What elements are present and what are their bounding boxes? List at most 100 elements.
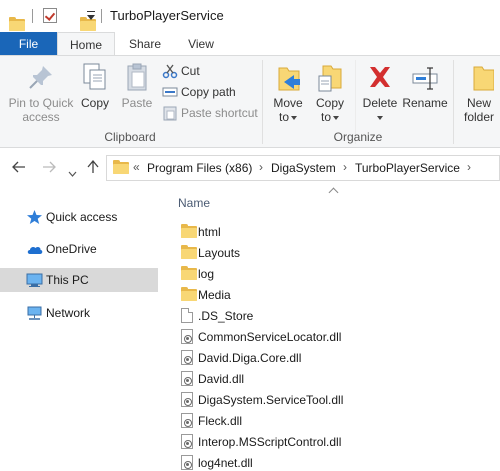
copy-label: Copy	[80, 96, 109, 110]
paste-label: Paste	[121, 96, 153, 110]
cut-button[interactable]: Cut	[162, 62, 200, 80]
move-to-label-line1: Move	[273, 96, 303, 110]
file-name: Media	[198, 288, 231, 302]
nav-item-label: This PC	[46, 273, 89, 287]
copy-path-button[interactable]: Copy path	[162, 83, 236, 101]
tab-share[interactable]: Share	[116, 32, 174, 56]
dll-file-icon	[181, 413, 195, 428]
file-list: Name html Layouts log Media .DS_Store Co…	[158, 188, 500, 471]
move-to-button[interactable]: Move to	[268, 62, 308, 124]
title-separator	[101, 9, 102, 23]
title-bar: TurboPlayerService	[0, 0, 500, 32]
list-item[interactable]: .DS_Store	[178, 305, 500, 326]
customize-toolbar-dropdown-icon[interactable]	[86, 10, 96, 22]
list-item[interactable]: log	[178, 263, 500, 284]
rename-icon	[412, 67, 438, 90]
folder-icon	[9, 17, 25, 31]
window-title: TurboPlayerService	[110, 8, 224, 23]
file-name: html	[198, 225, 221, 239]
new-folder-label-line2: folder	[463, 110, 495, 124]
pin-to-quick-access-button[interactable]: Pin to Quick access	[6, 62, 76, 124]
list-item[interactable]: David.dll	[178, 368, 500, 389]
list-item[interactable]: Media	[178, 284, 500, 305]
recent-locations-chevron-icon[interactable]	[68, 164, 77, 181]
tab-file[interactable]: File	[0, 32, 57, 56]
forward-arrow-icon[interactable]	[42, 160, 56, 178]
ribbon-group-separator	[453, 60, 454, 144]
back-arrow-icon[interactable]	[12, 160, 26, 178]
copy-to-label-line1: Copy	[315, 96, 344, 110]
move-to-label-line2: to	[268, 110, 308, 124]
nav-item-network[interactable]: Network	[0, 301, 158, 325]
column-header-name[interactable]: Name	[178, 196, 210, 210]
delete-label: Delete	[362, 96, 398, 110]
address-input[interactable]: « Program Files (x86) › DigaSystem › Tur…	[106, 155, 500, 181]
delete-dropdown-icon[interactable]	[360, 110, 400, 124]
list-item[interactable]: Layouts	[178, 242, 500, 263]
cloud-icon	[26, 241, 43, 257]
pin-icon	[29, 66, 52, 89]
organize-group-label: Organize	[333, 130, 383, 144]
file-name: Fleck.dll	[198, 414, 243, 428]
list-item[interactable]: CommonServiceLocator.dll	[178, 326, 500, 347]
sort-chevron-icon[interactable]	[330, 189, 338, 195]
file-name: David.dll	[198, 372, 245, 386]
copy-button[interactable]: Copy	[78, 62, 112, 110]
tab-home[interactable]: Home	[57, 32, 115, 57]
paste-shortcut-icon	[162, 105, 178, 121]
folder-icon	[113, 160, 129, 174]
breadcrumb-separator-icon[interactable]: ›	[343, 160, 347, 174]
properties-check-icon[interactable]	[43, 8, 57, 23]
nav-item-label: OneDrive	[46, 242, 97, 256]
paste-shortcut-button[interactable]: Paste shortcut	[162, 104, 258, 122]
copy-to-button[interactable]: Copy to	[310, 62, 350, 124]
clipboard-group-label: Clipboard	[104, 130, 156, 144]
up-arrow-icon[interactable]	[87, 159, 99, 178]
new-folder-label-line1: New	[466, 96, 491, 110]
pin-label-line2: access	[22, 110, 60, 124]
file-name: .DS_Store	[198, 309, 254, 323]
breadcrumb-separator-icon[interactable]: ›	[467, 160, 471, 174]
file-name: Interop.MSScriptControl.dll	[198, 435, 342, 449]
breadcrumb-program-files[interactable]: Program Files (x86)	[147, 161, 252, 175]
list-item[interactable]: log4net.dll	[178, 452, 500, 471]
dll-file-icon	[181, 350, 195, 365]
move-to-icon	[278, 67, 300, 91]
breadcrumb-turboplayerservice[interactable]: TurboPlayerService	[355, 161, 460, 175]
folder-icon	[181, 287, 197, 302]
delete-button[interactable]: Delete	[360, 62, 400, 124]
file-name: CommonServiceLocator.dll	[198, 330, 342, 344]
list-item[interactable]: David.Diga.Core.dll	[178, 347, 500, 368]
paste-button[interactable]: Paste	[118, 62, 156, 110]
nav-item-this-pc[interactable]: This PC	[0, 268, 158, 292]
nav-item-label: Network	[46, 306, 91, 320]
file-name: DigaSystem.ServiceTool.dll	[198, 393, 344, 407]
new-folder-icon	[473, 66, 494, 91]
list-item[interactable]: Fleck.dll	[178, 410, 500, 431]
rename-button[interactable]: Rename	[402, 62, 448, 110]
tab-view[interactable]: View	[174, 32, 228, 56]
new-folder-button[interactable]: New folder	[458, 62, 500, 124]
file-name: Layouts	[198, 246, 241, 260]
computer-icon	[26, 272, 43, 288]
list-item[interactable]: Interop.MSScriptControl.dll	[178, 431, 500, 452]
scissors-icon	[162, 63, 178, 79]
list-item[interactable]: DigaSystem.ServiceTool.dll	[178, 389, 500, 410]
delete-icon	[370, 67, 390, 87]
quick-access-separator	[32, 9, 33, 23]
breadcrumb-digasystem[interactable]: DigaSystem	[271, 161, 336, 175]
list-item[interactable]: html	[178, 221, 500, 242]
copy-path-icon	[162, 84, 178, 100]
navigation-pane: Quick access OneDrive This PC Network	[0, 188, 158, 471]
star-icon	[26, 209, 43, 225]
copy-path-label: Copy path	[181, 85, 236, 99]
nav-item-label: Quick access	[46, 210, 118, 224]
dll-file-icon	[181, 434, 195, 449]
dll-file-icon	[181, 392, 195, 407]
breadcrumb-separator-icon[interactable]: ›	[259, 160, 263, 174]
folder-icon	[181, 266, 197, 281]
file-name: log4net.dll	[198, 456, 253, 470]
breadcrumb-overflow[interactable]: «	[133, 160, 140, 174]
nav-item-quick-access[interactable]: Quick access	[0, 205, 158, 229]
nav-item-onedrive[interactable]: OneDrive	[0, 237, 158, 261]
